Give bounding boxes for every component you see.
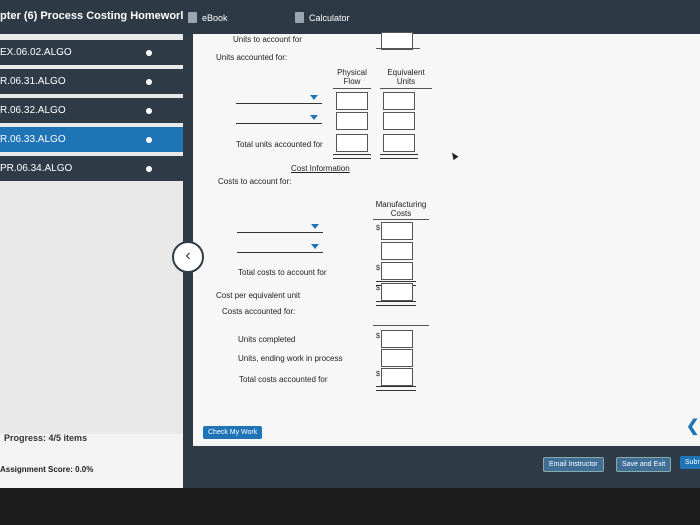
total-costs-accounted-for-label: Total costs accounted for (239, 375, 328, 384)
check-my-work-button[interactable]: Check My Work (203, 426, 263, 439)
sidebar-item-label: R.06.32.ALGO (0, 105, 66, 116)
sidebar (0, 34, 183, 434)
units-completed-label: Units completed (238, 335, 296, 344)
column-underline (333, 88, 371, 89)
cost-per-equivalent-unit-input[interactable] (381, 283, 413, 301)
units-row1-dropdown[interactable] (236, 103, 322, 104)
cost-information-heading: Cost Information (291, 164, 350, 173)
progress-label: Progress: (4, 433, 47, 443)
double-underline (376, 386, 416, 391)
sidebar-item-pr-06-34[interactable]: PR.06.34.ALGO (0, 156, 183, 181)
top-bar: pter (6) Process Costing Homeworl eBook … (0, 0, 700, 34)
sidebar-item-label: R.06.33.ALGO (0, 134, 66, 145)
units-completed-cost-input[interactable] (381, 330, 413, 348)
costs-row1-dropdown[interactable] (237, 232, 323, 233)
course-title: pter (6) Process Costing Homeworl (0, 10, 184, 22)
ebook-label: eBook (202, 12, 228, 23)
chevron-left-icon[interactable]: ❮ (686, 416, 699, 436)
costs-row1-input[interactable] (381, 222, 413, 240)
email-instructor-button[interactable]: Email Instructor (543, 457, 604, 472)
save-and-exit-button[interactable]: Save and Exit (616, 457, 672, 472)
status-dot (146, 108, 152, 114)
sidebar-item-label: R.06.31.ALGO (0, 76, 66, 87)
total-costs-to-account-for-input[interactable] (381, 262, 413, 280)
costs-accounted-for-label: Costs accounted for: (222, 307, 296, 316)
status-dot (146, 137, 152, 143)
monitor-bezel (0, 488, 700, 525)
total-costs-to-account-for-label: Total costs to account for (238, 268, 327, 277)
chevron-down-icon[interactable] (310, 95, 318, 100)
costs-to-account-for-label: Costs to account for: (218, 177, 292, 186)
status-dot (146, 79, 152, 85)
units-ending-wip-cost-input[interactable] (381, 349, 413, 367)
double-underline (376, 301, 416, 306)
units-row1-physical-input[interactable] (336, 92, 368, 110)
assignment-score: Assignment Score: 0.0% (0, 465, 94, 474)
calculator-icon (295, 12, 304, 23)
total-costs-accounted-for-input[interactable] (381, 368, 413, 386)
sidebar-item-r-06-32[interactable]: R.06.32.ALGO (0, 98, 183, 123)
costs-row2-input[interactable] (381, 242, 413, 260)
double-underline (380, 154, 418, 159)
units-to-account-for-label: Units to account for (233, 35, 302, 44)
costs-row2-dropdown[interactable] (237, 252, 323, 253)
sidebar-item-r-06-31[interactable]: R.06.31.ALGO (0, 69, 183, 94)
currency-symbol: $ (376, 371, 380, 378)
double-underline (333, 154, 371, 159)
sidebar-item-r-06-33[interactable]: R.06.33.ALGO (0, 127, 183, 152)
column-underline (376, 48, 420, 49)
progress-value: 4/5 items (48, 433, 88, 443)
sidebar-item-label: PR.06.34.ALGO (0, 163, 73, 174)
sidebar-item-label: EX.06.02.ALGO (0, 47, 72, 58)
column-underline (380, 88, 432, 89)
total-units-equivalent-input[interactable] (383, 134, 415, 152)
back-button[interactable]: ‹ (172, 241, 204, 273)
ebook-tab[interactable]: eBook (188, 12, 228, 23)
manufacturing-costs-header: Manufacturing Costs (375, 200, 427, 218)
physical-flow-header: Physical Flow (337, 68, 367, 86)
total-units-physical-input[interactable] (336, 134, 368, 152)
screen: pter (6) Process Costing Homeworl eBook … (0, 0, 700, 488)
currency-symbol: $ (376, 285, 380, 292)
units-row2-physical-input[interactable] (336, 112, 368, 130)
column-underline (373, 219, 429, 220)
chevron-down-icon[interactable] (311, 224, 319, 229)
book-icon (188, 12, 197, 23)
chevron-down-icon[interactable] (311, 244, 319, 249)
currency-symbol: $ (376, 225, 380, 232)
status-dot (146, 166, 152, 172)
submit-button[interactable]: Subm (680, 456, 700, 469)
cost-per-equivalent-unit-label: Cost per equivalent unit (216, 291, 301, 300)
status-dot (146, 50, 152, 56)
sidebar-item-ex-06-02[interactable]: EX.06.02.ALGO (0, 40, 183, 65)
total-units-accounted-for-label: Total units accounted for (236, 140, 323, 149)
column-underline (373, 325, 429, 326)
currency-symbol: $ (376, 265, 380, 272)
chevron-down-icon[interactable] (310, 115, 318, 120)
units-row2-equivalent-input[interactable] (383, 112, 415, 130)
units-row1-equivalent-input[interactable] (383, 92, 415, 110)
panel-divider (183, 34, 193, 446)
units-accounted-for-label: Units accounted for: (216, 53, 288, 62)
equivalent-units-header: Equivalent Units (387, 68, 425, 86)
units-row2-dropdown[interactable] (236, 123, 322, 124)
units-ending-wip-label: Units, ending work in process (238, 354, 343, 363)
progress-indicator: Progress: 4/5 items (4, 433, 87, 443)
calculator-tab[interactable]: Calculator (295, 12, 350, 23)
currency-symbol: $ (376, 333, 380, 340)
chevron-left-icon: ‹ (185, 247, 191, 264)
calculator-label: Calculator (309, 12, 350, 23)
